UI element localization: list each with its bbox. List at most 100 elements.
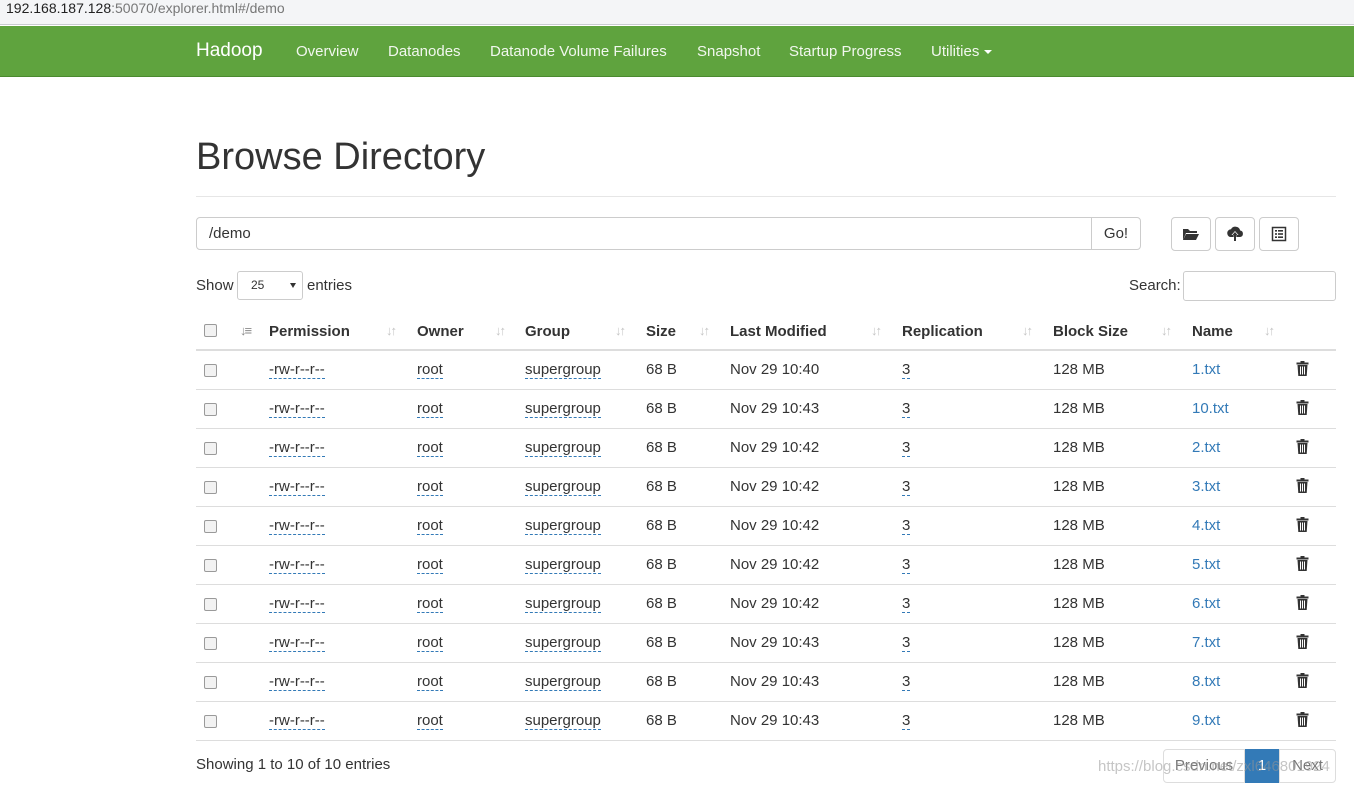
select-all-checkbox[interactable] <box>204 324 217 337</box>
row-checkbox[interactable] <box>204 520 217 533</box>
delete-button[interactable] <box>1296 556 1309 576</box>
search-input[interactable] <box>1183 271 1336 301</box>
cell-permission[interactable]: -rw-r--r-- <box>269 595 325 613</box>
previous-page-button[interactable]: Previous <box>1163 749 1245 783</box>
cell-group[interactable]: supergroup <box>525 634 601 652</box>
go-button[interactable]: Go! <box>1091 217 1141 250</box>
nav-datanode-volume-failures[interactable]: Datanode Volume Failures <box>490 43 667 60</box>
cell-name[interactable]: 8.txt <box>1192 673 1220 690</box>
cell-owner[interactable]: root <box>417 400 443 418</box>
sort-icon[interactable]: ↓↑ <box>1161 323 1172 338</box>
column-name[interactable]: Name <box>1192 323 1233 340</box>
cell-group[interactable]: supergroup <box>525 400 601 418</box>
delete-button[interactable] <box>1296 595 1309 615</box>
cell-permission[interactable]: -rw-r--r-- <box>269 439 325 457</box>
cell-replication[interactable]: 3 <box>902 595 911 613</box>
cell-owner[interactable]: root <box>417 634 443 652</box>
nav-overview[interactable]: Overview <box>296 43 359 60</box>
directory-path-input[interactable] <box>196 217 1092 250</box>
cell-permission[interactable]: -rw-r--r-- <box>269 478 325 496</box>
delete-button[interactable] <box>1296 400 1309 420</box>
cell-owner[interactable]: root <box>417 556 443 574</box>
cell-replication[interactable]: 3 <box>902 712 911 730</box>
cell-name[interactable]: 1.txt <box>1192 361 1220 378</box>
column-last-modified[interactable]: Last Modified <box>730 323 827 340</box>
row-checkbox[interactable] <box>204 403 217 416</box>
sort-asc-icon[interactable]: ↓≡ <box>240 323 252 338</box>
cell-group[interactable]: supergroup <box>525 517 601 535</box>
cell-name[interactable]: 5.txt <box>1192 556 1220 573</box>
row-checkbox[interactable] <box>204 364 217 377</box>
nav-startup-progress[interactable]: Startup Progress <box>789 43 902 60</box>
cell-owner[interactable]: root <box>417 595 443 613</box>
sort-icon[interactable]: ↓↑ <box>615 323 626 338</box>
brand-logo[interactable]: Hadoop <box>196 40 263 62</box>
cell-permission[interactable]: -rw-r--r-- <box>269 556 325 574</box>
delete-button[interactable] <box>1296 361 1309 381</box>
delete-button[interactable] <box>1296 439 1309 459</box>
cut-paste-button[interactable] <box>1259 217 1299 251</box>
cell-group[interactable]: supergroup <box>525 595 601 613</box>
cell-owner[interactable]: root <box>417 712 443 730</box>
cell-group[interactable]: supergroup <box>525 478 601 496</box>
cell-owner[interactable]: root <box>417 673 443 691</box>
cell-permission[interactable]: -rw-r--r-- <box>269 673 325 691</box>
cell-permission[interactable]: -rw-r--r-- <box>269 517 325 535</box>
row-checkbox[interactable] <box>204 481 217 494</box>
sort-icon[interactable]: ↓↑ <box>699 323 710 338</box>
sort-icon[interactable]: ↓↑ <box>871 323 882 338</box>
row-checkbox[interactable] <box>204 637 217 650</box>
cell-permission[interactable]: -rw-r--r-- <box>269 400 325 418</box>
cell-owner[interactable]: root <box>417 439 443 457</box>
delete-button[interactable] <box>1296 712 1309 732</box>
cell-name[interactable]: 10.txt <box>1192 400 1229 417</box>
create-directory-button[interactable] <box>1171 217 1211 251</box>
cell-group[interactable]: supergroup <box>525 556 601 574</box>
delete-button[interactable] <box>1296 634 1309 654</box>
delete-button[interactable] <box>1296 478 1309 498</box>
delete-button[interactable] <box>1296 673 1309 693</box>
cell-name[interactable]: 7.txt <box>1192 634 1220 651</box>
sort-icon[interactable]: ↓↑ <box>495 323 506 338</box>
cell-replication[interactable]: 3 <box>902 673 911 691</box>
cell-name[interactable]: 6.txt <box>1192 595 1220 612</box>
cell-replication[interactable]: 3 <box>902 556 911 574</box>
cell-replication[interactable]: 3 <box>902 361 911 379</box>
nav-datanodes[interactable]: Datanodes <box>388 43 461 60</box>
cell-group[interactable]: supergroup <box>525 439 601 457</box>
column-replication[interactable]: Replication <box>902 323 983 340</box>
row-checkbox[interactable] <box>204 598 217 611</box>
cell-permission[interactable]: -rw-r--r-- <box>269 712 325 730</box>
cell-name[interactable]: 3.txt <box>1192 478 1220 495</box>
row-checkbox[interactable] <box>204 559 217 572</box>
column-group[interactable]: Group <box>525 323 570 340</box>
nav-snapshot[interactable]: Snapshot <box>697 43 760 60</box>
page-1-button[interactable]: 1 <box>1245 749 1279 783</box>
cell-name[interactable]: 2.txt <box>1192 439 1220 456</box>
sort-icon[interactable]: ↓↑ <box>386 323 397 338</box>
column-block-size[interactable]: Block Size <box>1053 323 1128 340</box>
row-checkbox[interactable] <box>204 676 217 689</box>
cell-replication[interactable]: 3 <box>902 478 911 496</box>
cell-group[interactable]: supergroup <box>525 361 601 379</box>
sort-icon[interactable]: ↓↑ <box>1264 323 1275 338</box>
next-page-button[interactable]: Next <box>1279 749 1336 783</box>
nav-utilities-dropdown[interactable]: Utilities <box>931 43 993 60</box>
cell-group[interactable]: supergroup <box>525 712 601 730</box>
column-size[interactable]: Size <box>646 323 676 340</box>
cell-owner[interactable]: root <box>417 478 443 496</box>
cell-permission[interactable]: -rw-r--r-- <box>269 634 325 652</box>
row-checkbox[interactable] <box>204 715 217 728</box>
sort-icon[interactable]: ↓↑ <box>1022 323 1033 338</box>
cell-owner[interactable]: root <box>417 361 443 379</box>
column-owner[interactable]: Owner <box>417 323 464 340</box>
entries-per-page-select[interactable]: 25 <box>237 271 303 300</box>
cell-replication[interactable]: 3 <box>902 400 911 418</box>
browser-url-bar[interactable]: 192.168.187.128:50070/explorer.html#/dem… <box>0 0 1354 25</box>
column-permission[interactable]: Permission <box>269 323 350 340</box>
cell-replication[interactable]: 3 <box>902 439 911 457</box>
cell-name[interactable]: 4.txt <box>1192 517 1220 534</box>
upload-files-button[interactable] <box>1215 217 1255 251</box>
cell-replication[interactable]: 3 <box>902 517 911 535</box>
cell-replication[interactable]: 3 <box>902 634 911 652</box>
